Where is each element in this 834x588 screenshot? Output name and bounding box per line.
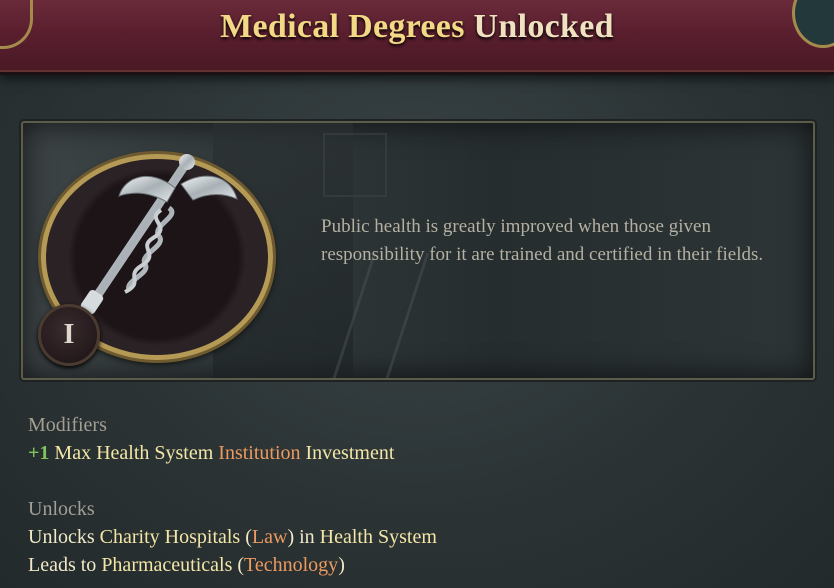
technology-link[interactable]: Technology	[244, 554, 338, 576]
unlocks-section: Unlocks Unlocks Charity Hospitals (Law) …	[28, 495, 437, 579]
modifier-line: +1 Max Health System Institution Investm…	[28, 439, 394, 467]
illustration-background-window	[323, 133, 387, 197]
title-rest: Unlocked	[473, 8, 614, 45]
page-title: Medical Degrees Unlocked	[0, 8, 834, 46]
modifiers-section: Modifiers +1 Max Health System Instituti…	[28, 411, 394, 467]
flavor-text: Public health is greatly improved when t…	[321, 216, 764, 265]
modifiers-label: Modifiers	[28, 414, 107, 436]
health-system-link[interactable]: Health System	[320, 526, 437, 548]
unlocks-label: Unlocks	[28, 498, 95, 520]
header-bar: Medical Degrees Unlocked	[0, 0, 834, 75]
leads-to-prefix: Leads to	[28, 554, 97, 576]
unlock-line-2: Leads to Pharmaceuticals (Technology)	[28, 551, 437, 579]
paren-close-2: )	[338, 554, 345, 576]
modifier-institution-link[interactable]: Institution	[218, 442, 300, 464]
law-link[interactable]: Law	[252, 526, 288, 548]
charity-hospitals-link[interactable]: Charity Hospitals	[100, 526, 241, 548]
paren-open: (	[245, 526, 252, 548]
unlock-prefix: Unlocks	[28, 526, 95, 548]
unlock-line-1: Unlocks Charity Hospitals (Law) in Healt…	[28, 523, 437, 551]
tier-badge: I	[38, 304, 100, 366]
in-word: in	[299, 526, 315, 548]
paren-close: )	[287, 526, 295, 548]
pharmaceuticals-link[interactable]: Pharmaceuticals	[101, 554, 232, 576]
modifier-value: +1	[28, 442, 50, 464]
title-accent: Medical Degrees	[220, 8, 465, 45]
modifier-text-1: Max Health System	[54, 442, 214, 464]
modifier-text-3: Investment	[305, 442, 395, 464]
